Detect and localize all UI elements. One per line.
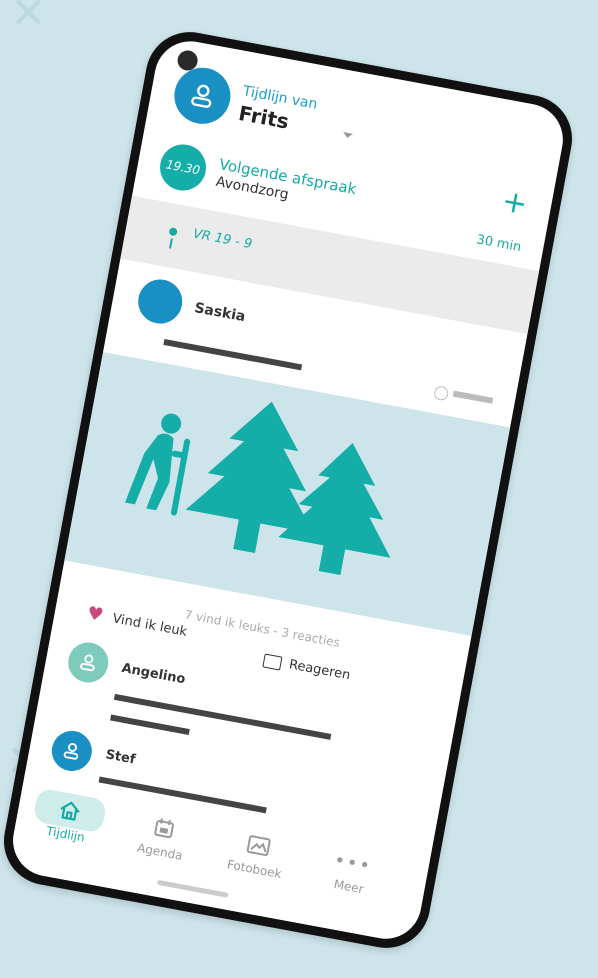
app-screen: Tijdlijn van Frits + 19.30 Volgende afsp… xyxy=(7,35,569,945)
post-author-avatar[interactable] xyxy=(134,275,186,328)
comment-icon[interactable] xyxy=(262,653,283,671)
user-icon xyxy=(63,742,79,760)
chevron-down-icon[interactable] xyxy=(342,132,353,139)
post-time-placeholder xyxy=(452,390,494,404)
comment-author: Stef xyxy=(104,747,137,768)
comment-text-placeholder xyxy=(113,693,332,740)
nav-tijdlijn[interactable]: Tijdlijn xyxy=(30,787,108,848)
post-text-placeholder xyxy=(163,338,303,371)
nav-fotoboek[interactable]: Fotoboek xyxy=(219,823,297,883)
background-decoration: ✕ xyxy=(10,0,47,39)
user-icon xyxy=(191,84,212,108)
date-separator xyxy=(120,195,540,335)
heart-icon[interactable]: ♥ xyxy=(85,603,105,627)
nav-agenda[interactable]: Agenda xyxy=(124,805,202,865)
appointment-duration: 30 min xyxy=(475,232,523,256)
comment-text-placeholder xyxy=(110,714,190,736)
comment-avatar[interactable] xyxy=(48,727,96,775)
profile-avatar[interactable] xyxy=(169,63,236,129)
clock-icon xyxy=(433,385,450,402)
add-button[interactable]: + xyxy=(499,183,530,222)
phone-frame: Tijdlijn van Frits + 19.30 Volgende afsp… xyxy=(0,24,580,956)
user-icon xyxy=(80,654,95,672)
comment-avatar[interactable] xyxy=(64,639,112,686)
appointment-time-badge: 19.30 xyxy=(156,140,210,195)
home-indicator xyxy=(156,879,229,898)
comment-button[interactable]: Reageren xyxy=(288,657,352,683)
post-author-name: Saskia xyxy=(193,300,247,326)
nav-meer[interactable]: ••• Meer xyxy=(313,840,391,900)
comment-author: Angelino xyxy=(120,660,187,688)
bottom-navigation: Tijdlijn Agenda Fotoboek ••• Meer xyxy=(7,770,433,945)
